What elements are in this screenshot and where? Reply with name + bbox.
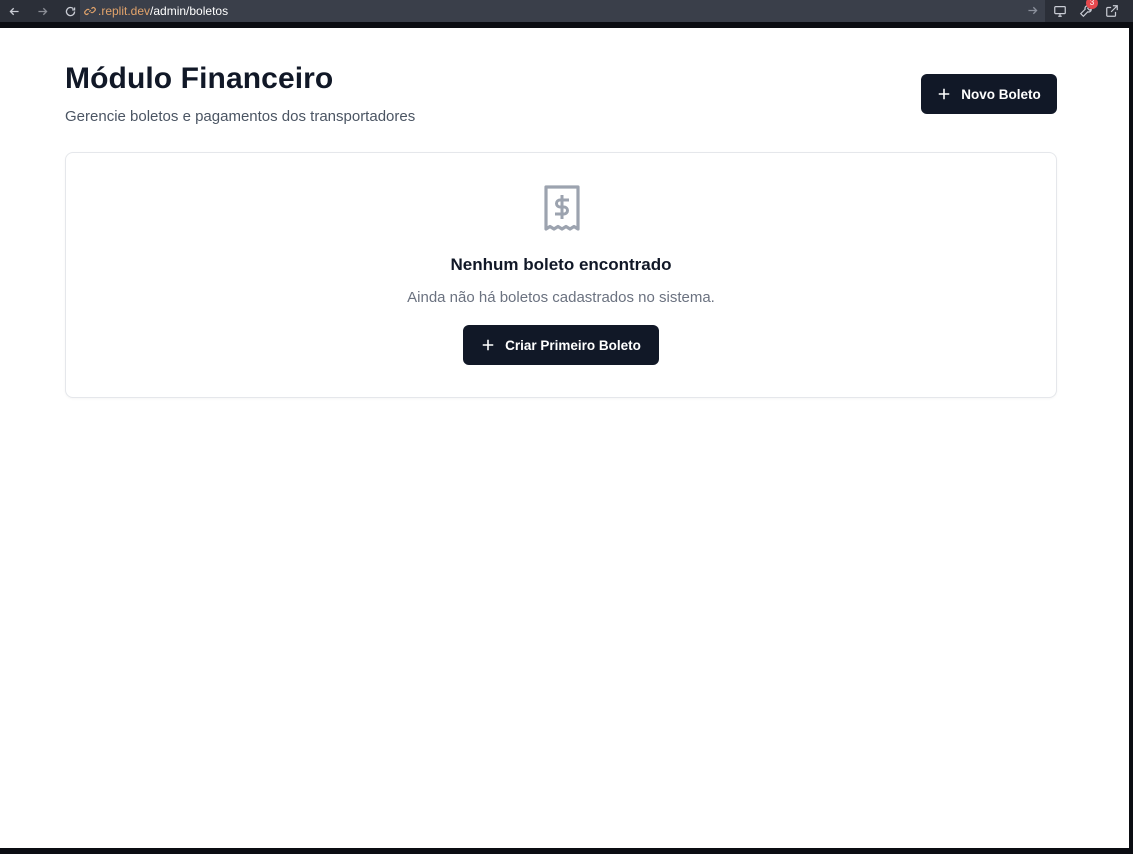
wrench-icon[interactable]: 3 (1076, 0, 1098, 22)
arrow-right-icon[interactable] (1026, 4, 1039, 17)
empty-state-description: Ainda não há boletos cadastrados no sist… (407, 289, 715, 306)
notification-badge: 3 (1086, 0, 1098, 9)
plus-icon (939, 88, 950, 100)
window-border-bottom (0, 848, 1133, 854)
new-boleto-button[interactable]: Novo Boleto (921, 74, 1057, 114)
external-link-icon[interactable] (1102, 0, 1122, 22)
url-bar[interactable]: .replit.dev/admin/boletos (80, 0, 1045, 22)
browser-toolbar: .replit.dev/admin/boletos 3 (0, 0, 1133, 22)
monitor-icon[interactable] (1050, 0, 1070, 22)
url-path: /admin/boletos (150, 4, 229, 18)
empty-state-card: Nenhum boleto encontrado Ainda não há bo… (65, 152, 1057, 398)
create-first-boleto-button[interactable]: Criar Primeiro Boleto (463, 325, 659, 365)
page-content: Módulo Financeiro Gerencie boletos e pag… (0, 28, 1129, 848)
forward-icon[interactable] (28, 0, 56, 22)
new-boleto-label: Novo Boleto (961, 86, 1041, 102)
page-subtitle: Gerencie boletos e pagamentos dos transp… (65, 108, 416, 125)
empty-state-title: Nenhum boleto encontrado (450, 255, 672, 274)
create-first-boleto-label: Criar Primeiro Boleto (505, 337, 641, 353)
page-title: Módulo Financeiro (65, 62, 334, 95)
back-icon[interactable] (0, 0, 28, 22)
url-host: .replit.dev (98, 4, 151, 18)
plus-icon (482, 339, 494, 351)
receipt-dollar-icon (544, 185, 580, 231)
link-icon (84, 7, 96, 15)
window-border-right (1129, 22, 1133, 854)
